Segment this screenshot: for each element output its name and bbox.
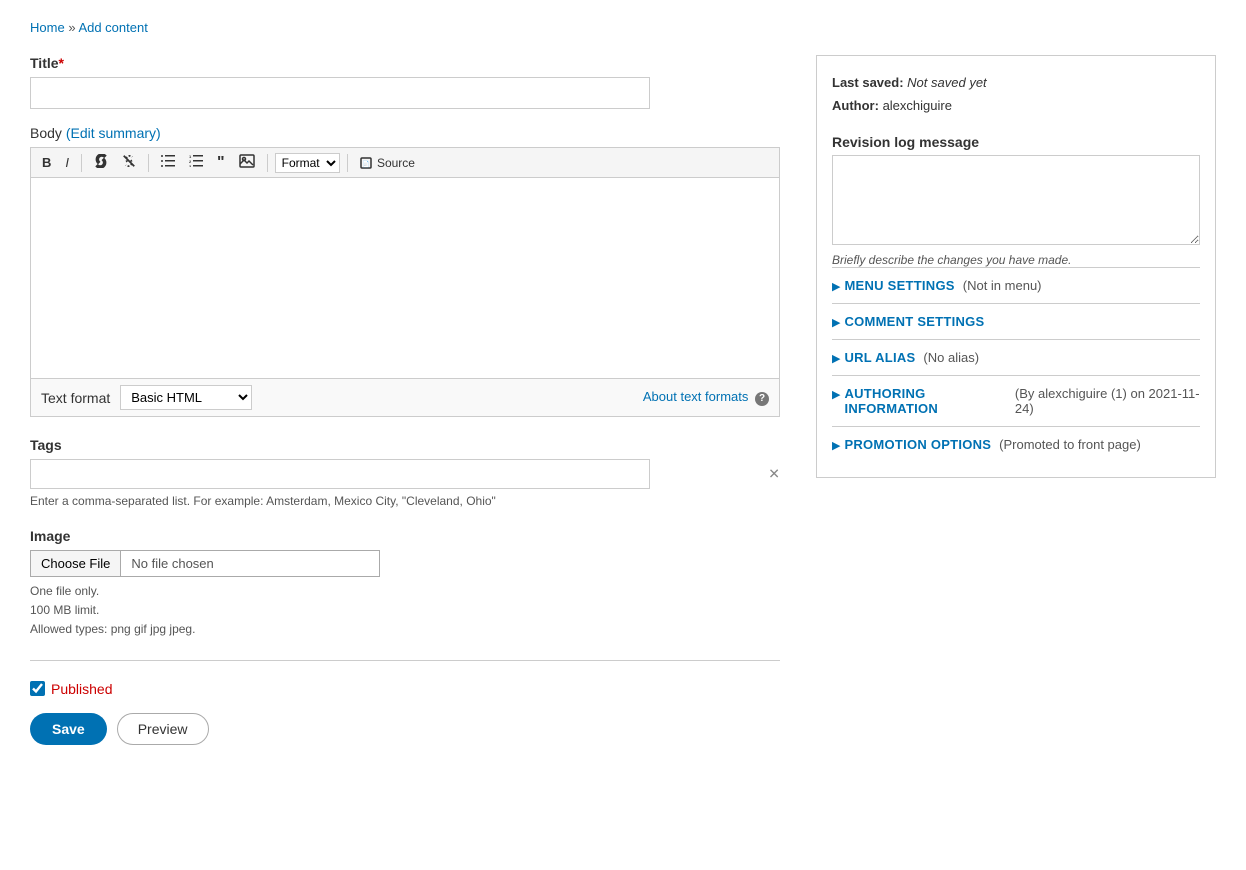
link-button[interactable] [89,152,113,173]
revision-log-textarea[interactable] [832,155,1200,245]
url-alias-arrow: ▶ [832,352,840,365]
author-row: Author: alexchiguire [832,94,1200,117]
no-file-text: No file chosen [120,550,380,577]
body-editor[interactable] [31,178,779,378]
editor-wrapper: B I [30,147,780,417]
comment-settings-title: COMMENT SETTINGS [844,314,984,329]
toolbar-divider-2 [148,154,149,172]
toolbar-divider-4 [347,154,348,172]
preview-button[interactable]: Preview [117,713,209,745]
promotion-options-header[interactable]: ▶ PROMOTION OPTIONS (Promoted to front p… [832,437,1200,452]
published-row: Published [30,681,786,697]
authoring-info-header[interactable]: ▶ AUTHORING INFORMATION (By alexchiguire… [832,386,1200,416]
image-label: Image [30,528,786,544]
toolbar-divider-3 [267,154,268,172]
breadcrumb-separator: » [68,20,78,35]
promotion-options-title: PROMOTION OPTIONS [844,437,991,452]
menu-settings-subtitle: (Not in menu) [963,278,1042,293]
title-field-wrapper: Title* [30,55,786,109]
ordered-list-button[interactable]: 1 2 3 [184,153,208,172]
author-label: Author: [832,98,879,113]
last-saved-row: Last saved: Not saved yet [832,71,1200,94]
breadcrumb: Home » Add content [30,20,1216,35]
revision-log-wrapper: Revision log message Briefly describe th… [832,134,1200,267]
editor-footer: Text format Basic HTML Full HTML Plain t… [31,378,779,416]
edit-summary-link[interactable]: (Edit summary) [66,125,161,141]
source-button[interactable]: 📄 Source [355,154,420,172]
sidebar-meta: Last saved: Not saved yet Author: alexch… [832,71,1200,118]
sidebar: Last saved: Not saved yet Author: alexch… [816,55,1216,478]
url-alias-subtitle: (No alias) [923,350,979,365]
constraint-size: 100 MB limit. [30,601,786,620]
text-format-select[interactable]: Basic HTML Full HTML Plain text Restrict… [120,385,252,410]
authoring-info-subtitle: (By alexchiguire (1) on 2021-11-24) [1015,386,1200,416]
last-saved-label: Last saved: [832,75,904,90]
authoring-info-section: ▶ AUTHORING INFORMATION (By alexchiguire… [832,375,1200,426]
tags-input[interactable] [30,459,650,489]
tags-section: Tags ✕ Enter a comma-separated list. For… [30,437,786,508]
format-dropdown[interactable]: Format [275,153,340,173]
breadcrumb-home[interactable]: Home [30,20,65,35]
constraint-one-file: One file only. [30,582,786,601]
about-text-formats: About text formats ? [643,389,769,406]
author-value: alexchiguire [883,98,952,113]
file-constraints: One file only. 100 MB limit. Allowed typ… [30,582,786,640]
svg-text:📄: 📄 [362,160,369,168]
unordered-list-button[interactable] [156,153,180,172]
menu-settings-title: MENU SETTINGS [844,278,954,293]
comment-settings-section: ▶ COMMENT SETTINGS [832,303,1200,339]
comment-settings-arrow: ▶ [832,316,840,329]
menu-settings-arrow: ▶ [832,280,840,293]
about-text-formats-link[interactable]: About text formats [643,389,749,404]
help-icon[interactable]: ? [755,392,769,406]
tags-input-wrapper: ✕ [30,459,786,489]
tags-label: Tags [30,437,786,453]
published-label[interactable]: Published [51,681,113,697]
file-input-wrapper: Choose File No file chosen [30,550,786,577]
tags-clear-button[interactable]: ✕ [768,466,780,483]
save-button[interactable]: Save [30,713,107,745]
section-divider [30,660,780,661]
actions-row: Save Preview [30,713,786,745]
published-checkbox[interactable] [30,681,45,696]
authoring-info-arrow: ▶ [832,388,840,401]
toolbar-divider-1 [81,154,82,172]
menu-settings-header[interactable]: ▶ MENU SETTINGS (Not in menu) [832,278,1200,293]
url-alias-section: ▶ URL ALIAS (No alias) [832,339,1200,375]
tags-hint: Enter a comma-separated list. For exampl… [30,494,786,508]
bold-button[interactable]: B [37,153,56,172]
blockquote-button[interactable]: " [212,153,230,173]
required-star: * [59,55,64,71]
revision-log-label: Revision log message [832,134,1200,150]
authoring-info-title: AUTHORING INFORMATION [844,386,1006,416]
main-content: Title* Body (Edit summary) B I [30,55,786,745]
menu-settings-section: ▶ MENU SETTINGS (Not in menu) [832,267,1200,303]
body-label: Body (Edit summary) [30,125,786,141]
choose-file-button[interactable]: Choose File [30,550,120,577]
breadcrumb-add-content[interactable]: Add content [78,20,147,35]
title-input[interactable] [30,77,650,109]
svg-text:3: 3 [189,164,192,167]
image-section: Image Choose File No file chosen One fil… [30,528,786,640]
url-alias-title: URL ALIAS [844,350,915,365]
title-label: Title* [30,55,786,71]
promotion-options-arrow: ▶ [832,439,840,452]
italic-button[interactable]: I [60,153,74,172]
promotion-options-section: ▶ PROMOTION OPTIONS (Promoted to front p… [832,426,1200,462]
revision-hint: Briefly describe the changes you have ma… [832,253,1200,267]
text-format-label: Text format [41,390,110,406]
unlink-button[interactable] [117,152,141,173]
url-alias-header[interactable]: ▶ URL ALIAS (No alias) [832,350,1200,365]
comment-settings-header[interactable]: ▶ COMMENT SETTINGS [832,314,1200,329]
constraint-types: Allowed types: png gif jpg jpeg. [30,620,786,639]
promotion-options-subtitle: (Promoted to front page) [999,437,1141,452]
last-saved-value: Not saved yet [907,75,987,90]
editor-toolbar: B I [31,148,779,178]
image-button[interactable] [234,152,260,173]
